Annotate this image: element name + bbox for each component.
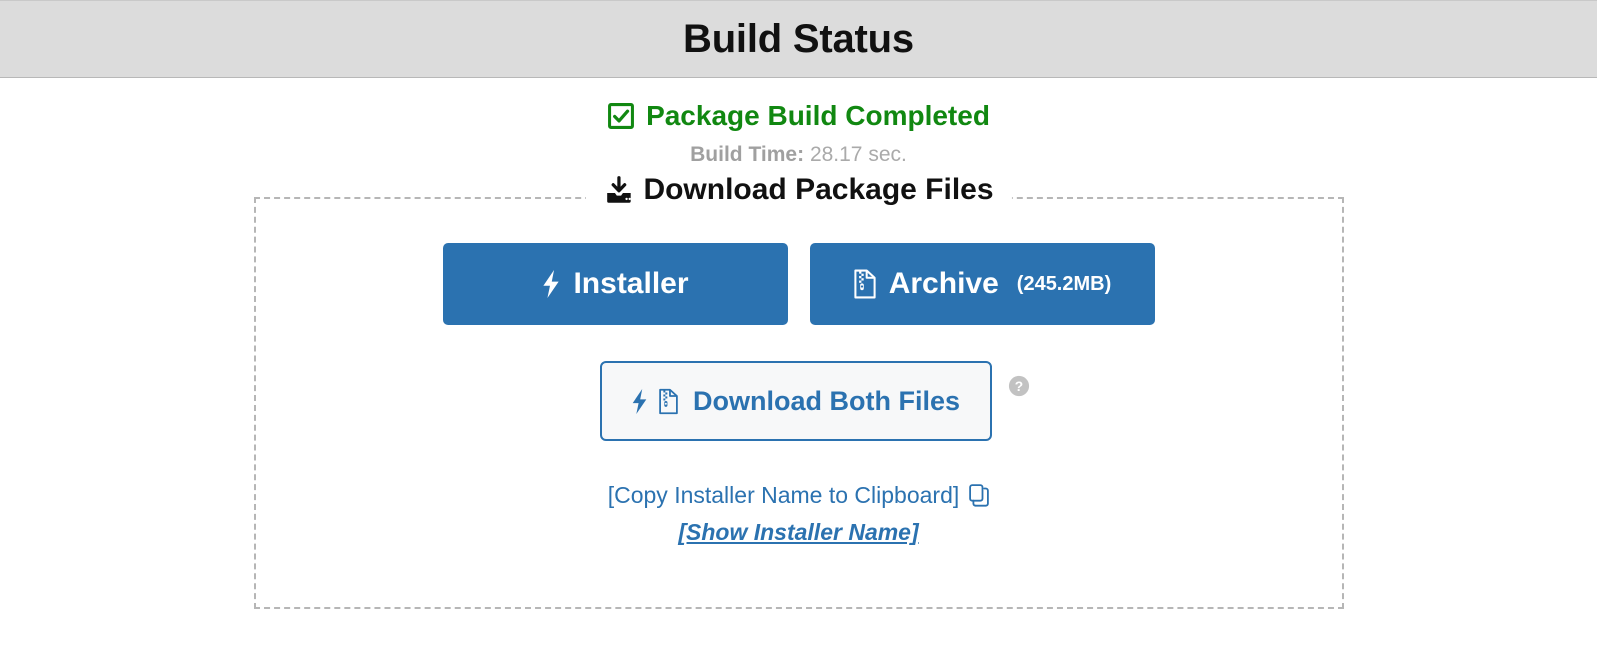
copy-icon[interactable] [969, 484, 990, 507]
primary-download-buttons: Installer Archive (245.2MB) [254, 243, 1344, 325]
show-installer-name-link[interactable]: [Show Installer Name] [678, 519, 918, 547]
build-status-section: Package Build Completed Build Time: 28.1… [0, 102, 1597, 165]
download-package-panel: Download Package Files Installer Archive… [253, 175, 1344, 609]
download-both-files-button[interactable]: Download Both Files [599, 361, 992, 441]
page-title: Build Status [683, 17, 914, 61]
build-time-value: 28.17 sec. [809, 143, 907, 166]
download-installer-button[interactable]: Installer [442, 243, 788, 325]
bolt-icon [631, 388, 648, 414]
archive-size-label: (245.2MB) [1016, 273, 1112, 295]
svg-text:?: ? [1014, 379, 1022, 394]
download-archive-button[interactable]: Archive (245.2MB) [809, 243, 1155, 325]
build-time-label: Build Time: [690, 143, 805, 166]
check-square-icon [607, 102, 635, 130]
page-header: Build Status [0, 0, 1597, 78]
panel-content: Installer Archive (245.2MB) Download Bot… [254, 197, 1344, 609]
installer-name-links: [Copy Installer Name to Clipboard] [Show… [254, 482, 1344, 547]
installer-button-label: Installer [573, 267, 689, 300]
file-archive-icon [658, 388, 679, 415]
build-time: Build Time: 28.17 sec. [0, 144, 1597, 165]
build-status-message: Package Build Completed [646, 100, 990, 131]
copy-installer-name-link[interactable]: [Copy Installer Name to Clipboard] [608, 482, 960, 508]
bolt-icon [541, 270, 561, 298]
copy-installer-name-row: [Copy Installer Name to Clipboard] [254, 482, 1344, 508]
build-status-line: Package Build Completed [0, 102, 1597, 130]
archive-button-label: Archive [888, 267, 999, 300]
secondary-download-row: Download Both Files ? [254, 361, 1344, 441]
download-both-files-label: Download Both Files [693, 385, 960, 416]
file-archive-icon [853, 269, 877, 299]
